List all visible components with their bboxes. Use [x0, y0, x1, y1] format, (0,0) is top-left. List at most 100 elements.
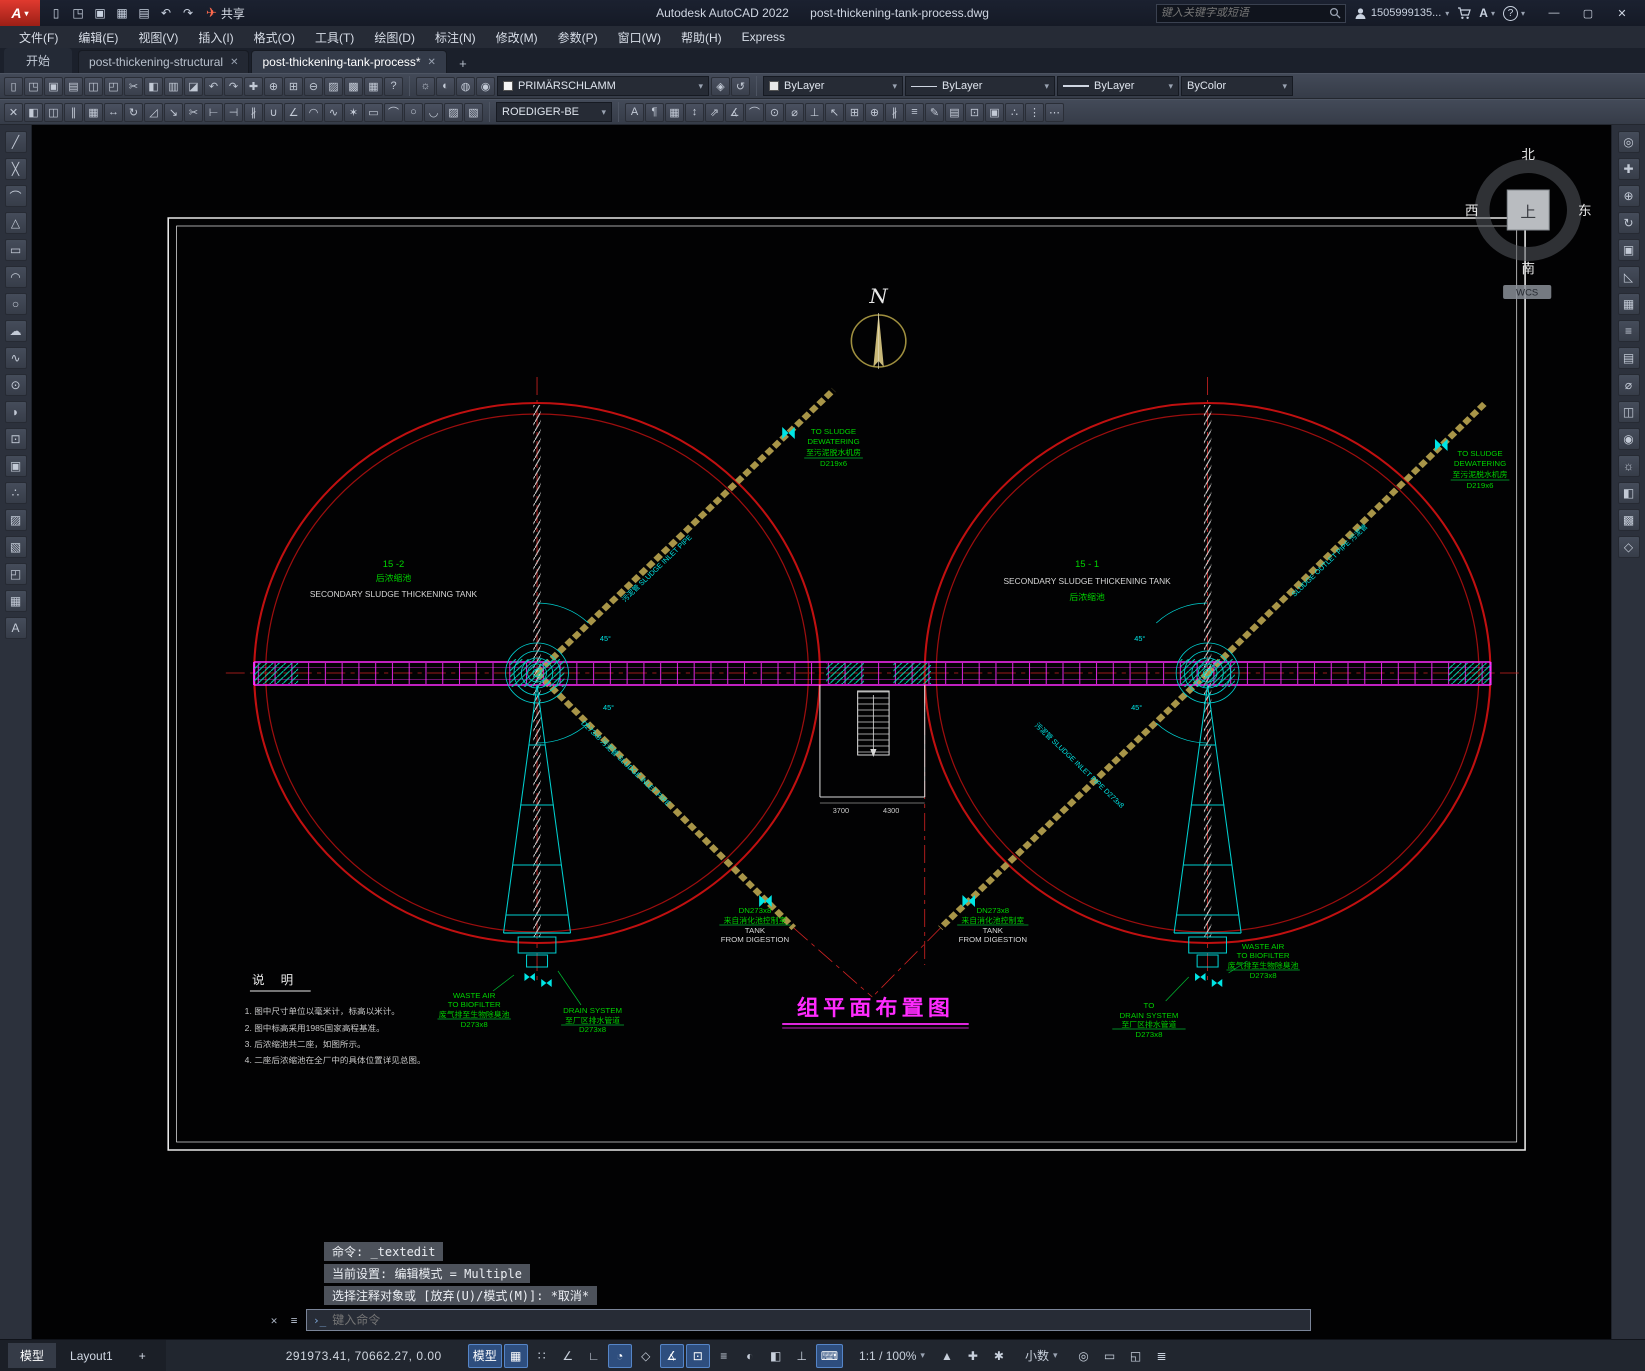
close-commandline-icon[interactable]: ✕	[266, 1314, 282, 1327]
dim-radius-icon[interactable]: ⊙	[765, 102, 784, 122]
close-button[interactable]: ✕	[1605, 0, 1639, 26]
tab-model[interactable]: 模型	[8, 1343, 57, 1368]
explode-icon[interactable]: ✶	[344, 102, 363, 122]
menu-item[interactable]: 格式(O)	[245, 27, 304, 48]
redo-tool-icon[interactable]: ↷	[224, 76, 243, 96]
undo-tool-icon[interactable]: ↶	[204, 76, 223, 96]
copy-clip-icon[interactable]: ◧	[144, 76, 163, 96]
command-input[interactable]	[332, 1313, 1304, 1327]
dim-aligned-icon[interactable]: ⇗	[705, 102, 724, 122]
layer-lock-icon[interactable]: ◉	[476, 76, 495, 96]
layers-panel-icon[interactable]: ≡	[1617, 320, 1640, 342]
mirror-icon[interactable]: ◫	[44, 102, 63, 122]
customize-commandline-icon[interactable]: ≡	[286, 1314, 302, 1327]
gradient-mod-icon[interactable]: ▧	[464, 102, 483, 122]
insert-icon[interactable]: ⊡	[4, 428, 27, 450]
doc-tab[interactable]: post-thickening-tank-process* ✕	[251, 50, 447, 73]
trim-icon[interactable]: ✂	[184, 102, 203, 122]
create-block-icon[interactable]: ▣	[985, 102, 1004, 122]
menu-item[interactable]: 帮助(H)	[672, 27, 731, 48]
minimize-button[interactable]: —	[1537, 0, 1571, 26]
erase-icon[interactable]: ✕	[4, 102, 23, 122]
viewcube[interactable]: 上 北 西 东 南 WCS	[1465, 147, 1592, 299]
menu-item[interactable]: 工具(T)	[306, 27, 363, 48]
viewcube-south[interactable]: 南	[1521, 261, 1535, 276]
account-button[interactable]: 1505999135... ▾	[1354, 7, 1449, 20]
menu-item[interactable]: 窗口(W)	[609, 27, 670, 48]
linetype-dropdown[interactable]: ByLayer ▾	[905, 76, 1055, 96]
table-icon[interactable]: ▦	[665, 102, 684, 122]
show-motion-icon[interactable]: ▣	[1617, 239, 1640, 261]
dim-edit-icon[interactable]: ✎	[925, 102, 944, 122]
isolate-objects-icon[interactable]: ▭	[1098, 1344, 1122, 1368]
zoom-previous-icon[interactable]: ⊖	[304, 76, 323, 96]
light-icon[interactable]: ☼	[1617, 455, 1640, 477]
clean-screen-icon[interactable]: ◱	[1124, 1344, 1148, 1368]
ortho-toggle[interactable]: ∟	[582, 1344, 606, 1368]
drawing-canvas[interactable]: 3700 4300 45° 45° 45° 45° N 15 -2 后浓缩池 S…	[32, 125, 1611, 1339]
arc-mod-icon[interactable]: ◡	[424, 102, 443, 122]
rotate-icon[interactable]: ↻	[124, 102, 143, 122]
nav-wheel-icon[interactable]: ◎	[1617, 131, 1640, 153]
plotstyle-dropdown[interactable]: ByColor ▾	[1181, 76, 1293, 96]
move-icon[interactable]: ↔	[104, 102, 123, 122]
redo-icon[interactable]: ↷	[178, 3, 198, 23]
save-tool-icon[interactable]: ▣	[44, 76, 63, 96]
undo-icon[interactable]: ↶	[156, 3, 176, 23]
polar-tracking-toggle[interactable]: ◔	[607, 1343, 632, 1368]
array-icon[interactable]: ▦	[84, 102, 103, 122]
ucs-icon[interactable]: ◺	[1617, 266, 1640, 288]
annotation-autoscale-icon[interactable]: ✚	[961, 1344, 985, 1368]
blend-icon[interactable]: ∿	[324, 102, 343, 122]
break-icon[interactable]: ∦	[244, 102, 263, 122]
dim-space-icon[interactable]: ≡	[905, 102, 924, 122]
properties-icon[interactable]: ▨	[324, 76, 343, 96]
copy-object-icon[interactable]: ◧	[24, 102, 43, 122]
viewcube-top[interactable]: 上	[1520, 203, 1536, 221]
polygon-icon[interactable]: △	[4, 212, 27, 234]
ellipse-icon[interactable]: ⊙	[4, 374, 27, 396]
rectangle-icon[interactable]: ▭	[364, 102, 383, 122]
nav-zoom-icon[interactable]: ⊕	[1617, 185, 1640, 207]
tolerance-icon[interactable]: ⊞	[845, 102, 864, 122]
break-at-point-icon[interactable]: ⊣	[224, 102, 243, 122]
layer-previous-icon[interactable]: ↺	[731, 76, 750, 96]
menu-item[interactable]: 参数(P)	[549, 27, 607, 48]
circle-mod-icon[interactable]: ○	[404, 102, 423, 122]
point-icon[interactable]: ∴	[4, 482, 27, 504]
grid-toggle[interactable]: ▦	[503, 1343, 528, 1368]
qnew-icon[interactable]: ▯	[4, 76, 23, 96]
annotation-visibility-icon[interactable]: ▲	[935, 1344, 959, 1368]
offset-icon[interactable]: ∥	[64, 102, 83, 122]
layer-dropdown[interactable]: PRIMÄRSCHLAMM ▾	[497, 76, 709, 96]
viewcube-east[interactable]: 东	[1578, 203, 1592, 218]
zoom-window-icon[interactable]: ⊞	[284, 76, 303, 96]
close-tab-icon[interactable]: ✕	[428, 57, 436, 68]
paste-icon[interactable]: ▥	[164, 76, 183, 96]
polyline-icon[interactable]: ⌒	[4, 185, 27, 207]
wcs-badge[interactable]: WCS	[1516, 288, 1538, 298]
gradient-icon[interactable]: ▧	[4, 536, 27, 558]
lineweight-toggle[interactable]: ≡	[712, 1344, 736, 1368]
open-icon[interactable]: ◳	[24, 76, 43, 96]
rectangle-tool-icon[interactable]: ▭	[4, 239, 27, 261]
scale-icon[interactable]: ◿	[144, 102, 163, 122]
plot-icon[interactable]: ▤	[134, 3, 154, 23]
camera-icon[interactable]: ◉	[1617, 428, 1640, 450]
app-store-button[interactable]	[1457, 6, 1472, 20]
layer-freeze-icon[interactable]: ◍	[456, 76, 475, 96]
pan-icon[interactable]: ✚	[244, 76, 263, 96]
layer-on-icon[interactable]: ☼	[416, 76, 435, 96]
autodesk-menu-button[interactable]: A ▾	[1479, 6, 1495, 20]
close-tab-icon[interactable]: ✕	[230, 57, 238, 68]
text-style-dropdown[interactable]: ROEDIGER-BE ▾	[496, 102, 612, 122]
extend-icon[interactable]: ⊢	[204, 102, 223, 122]
single-text-icon[interactable]: A	[625, 102, 644, 122]
grid-display-icon[interactable]: ▦	[1617, 293, 1640, 315]
leader-icon[interactable]: ↖	[825, 102, 844, 122]
command-input-field[interactable]: ›_	[306, 1309, 1311, 1331]
annotation-scale-dropdown[interactable]: 1:1 / 100% ▾	[853, 1349, 931, 1363]
cut-icon[interactable]: ✂	[124, 76, 143, 96]
menu-item[interactable]: 文件(F)	[10, 27, 67, 48]
table-tool-icon[interactable]: ▦	[4, 590, 27, 612]
